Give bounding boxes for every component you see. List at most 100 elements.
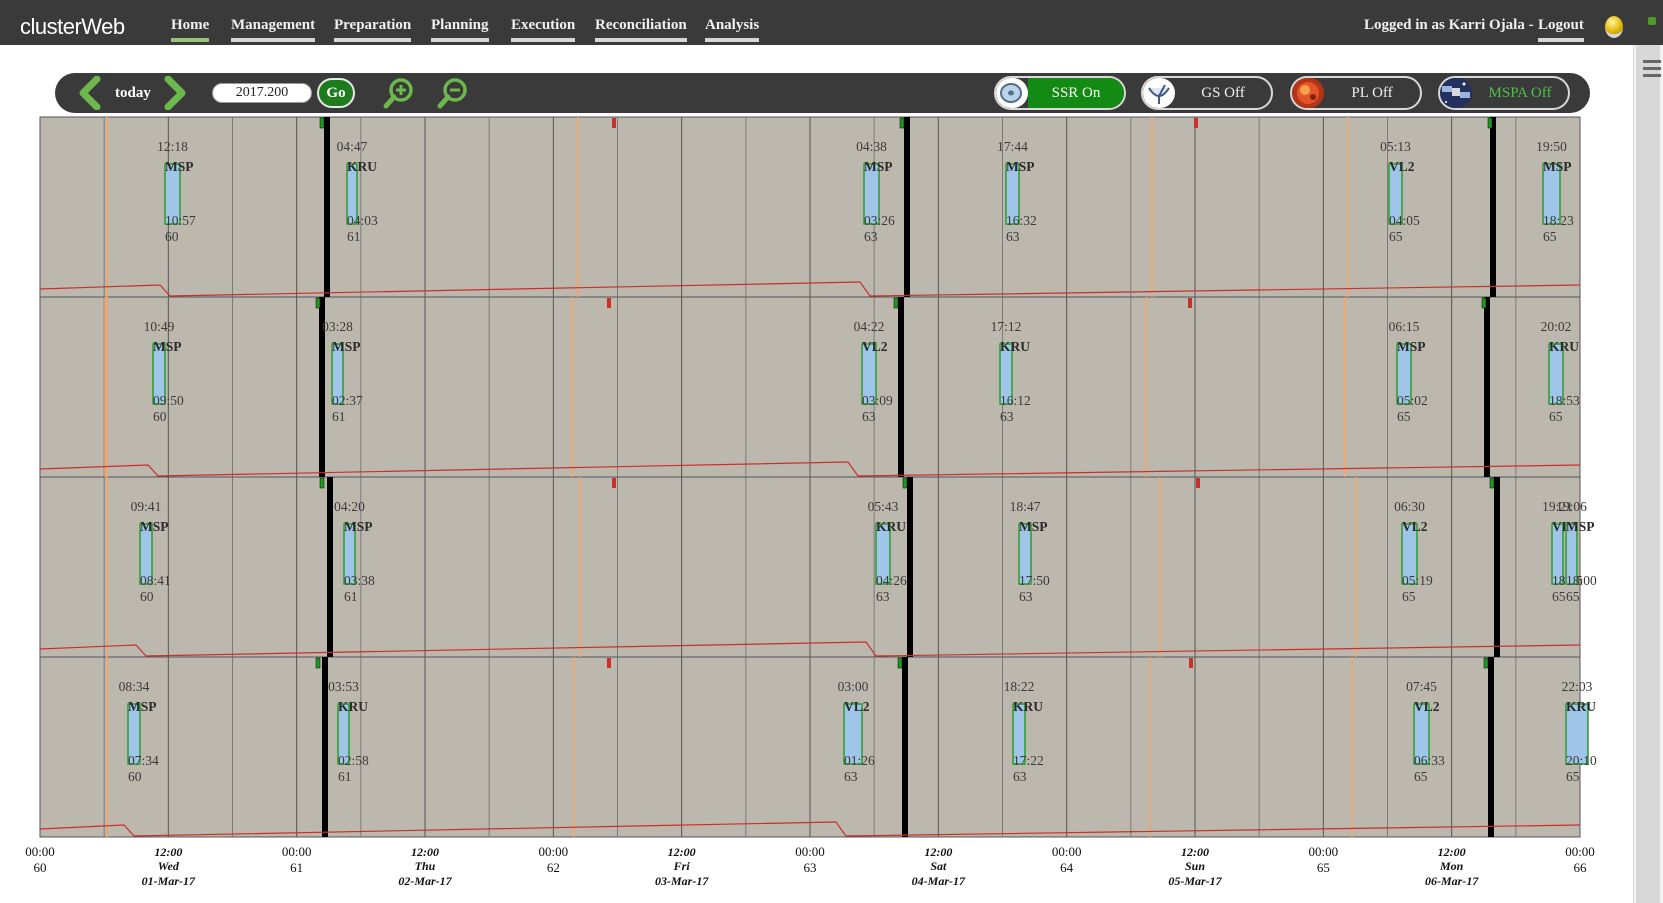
pass-station: VL2 bbox=[844, 699, 870, 714]
pass-end: 05:02 bbox=[1397, 393, 1428, 408]
marker-red bbox=[1188, 298, 1192, 308]
axis-time-label: 12:00 bbox=[154, 845, 182, 859]
pass-station: KRU bbox=[1013, 699, 1043, 714]
pass-end: 05:19 bbox=[1402, 573, 1433, 588]
pass-orbit: 63 bbox=[1006, 229, 1020, 244]
axis-time-label: 00:00 bbox=[282, 844, 312, 859]
pass-start: 07:45 bbox=[1406, 679, 1437, 694]
pass-end: 18:53 bbox=[1549, 393, 1580, 408]
pass-station: KRU bbox=[1000, 339, 1030, 354]
axis-date-label: 01-Mar-17 bbox=[142, 874, 196, 888]
axis-date-label: 06-Mar-17 bbox=[1425, 874, 1479, 888]
pass-orbit: 61 bbox=[344, 589, 358, 604]
eclipse-bar bbox=[1484, 297, 1490, 477]
pass-orbit: 65 bbox=[1549, 409, 1563, 424]
marker-red bbox=[612, 478, 616, 488]
pass-end: 02:58 bbox=[338, 753, 369, 768]
pass-station: MSP bbox=[128, 699, 157, 714]
pass-timeline[interactable]: 12:18MSP10:576004:47KRU04:036104:38MSP03… bbox=[0, 0, 1633, 903]
pass-end: 04:03 bbox=[347, 213, 378, 228]
axis-orbit-label: 63 bbox=[804, 860, 817, 875]
pass-station: KRU bbox=[338, 699, 368, 714]
pass-station: KRU bbox=[876, 519, 906, 534]
axis-time-label: 00:00 bbox=[25, 844, 55, 859]
axis-orbit-label: 62 bbox=[547, 860, 560, 875]
pass-end: 09:50 bbox=[153, 393, 184, 408]
scrollbar-thumb[interactable] bbox=[1636, 45, 1660, 903]
marker-green bbox=[319, 477, 325, 489]
pass-end: 16:12 bbox=[1000, 393, 1031, 408]
marker-red bbox=[1189, 658, 1193, 668]
marker-green bbox=[1487, 117, 1493, 129]
axis-date-label: 04-Mar-17 bbox=[912, 874, 966, 888]
marker-green bbox=[899, 117, 905, 129]
pass-orbit: 65 bbox=[1543, 229, 1557, 244]
pass-orbit: 60 bbox=[153, 409, 167, 424]
axis-orbit-label: 66 bbox=[1574, 860, 1588, 875]
hamburger-menu-icon[interactable] bbox=[1643, 60, 1661, 81]
pass-start: 06:30 bbox=[1394, 499, 1425, 514]
pass-orbit: 65 bbox=[1552, 589, 1566, 604]
pass-orbit: 65 bbox=[1389, 229, 1403, 244]
pass-orbit: 63 bbox=[1013, 769, 1027, 784]
pass-start: 08:34 bbox=[119, 679, 150, 694]
pass-orbit: 65 bbox=[1414, 769, 1428, 784]
pass-orbit: 61 bbox=[338, 769, 352, 784]
pass-station: VL2 bbox=[1414, 699, 1440, 714]
axis-time-label: 12:00 bbox=[411, 845, 439, 859]
pass-end: 18:00 bbox=[1566, 573, 1597, 588]
pass-orbit: 65 bbox=[1397, 409, 1411, 424]
pass-end: 02:37 bbox=[332, 393, 363, 408]
axis-orbit-label: 65 bbox=[1317, 860, 1330, 875]
pass-start: 04:47 bbox=[337, 139, 368, 154]
marker-green bbox=[893, 297, 899, 309]
pass-station: VL2 bbox=[862, 339, 888, 354]
pass-start: 05:43 bbox=[868, 499, 899, 514]
pass-station: KRU bbox=[347, 159, 377, 174]
pass-end: 06:33 bbox=[1414, 753, 1445, 768]
pass-orbit: 63 bbox=[876, 589, 890, 604]
axis-date-label: 03-Mar-17 bbox=[655, 874, 709, 888]
pass-orbit: 60 bbox=[140, 589, 154, 604]
axis-time-label: 00:00 bbox=[795, 844, 825, 859]
pass-orbit: 63 bbox=[1000, 409, 1014, 424]
pass-start: 04:22 bbox=[854, 319, 885, 334]
pass-end: 10:57 bbox=[165, 213, 196, 228]
pass-end: 17:50 bbox=[1019, 573, 1050, 588]
pass-end: 01:26 bbox=[844, 753, 875, 768]
pass-station: MSP bbox=[1543, 159, 1572, 174]
marker-green bbox=[1481, 297, 1487, 309]
axis-orbit-label: 60 bbox=[34, 860, 47, 875]
axis-orbit-label: 64 bbox=[1060, 860, 1074, 875]
pass-start: 18:22 bbox=[1004, 679, 1035, 694]
settings-icon[interactable] bbox=[1648, 17, 1656, 25]
pass-start: 03:28 bbox=[322, 319, 353, 334]
pass-station: MSP bbox=[344, 519, 373, 534]
pass-end: 03:26 bbox=[864, 213, 895, 228]
axis-time-label: 00:00 bbox=[539, 844, 569, 859]
axis-day-label: Fri bbox=[673, 859, 691, 873]
axis-day-label: Thu bbox=[415, 859, 436, 873]
eclipse-bar bbox=[327, 477, 333, 657]
pass-start: 18:47 bbox=[1010, 499, 1041, 514]
marker-green bbox=[315, 657, 321, 669]
pass-start: 17:12 bbox=[991, 319, 1022, 334]
pass-orbit: 63 bbox=[844, 769, 858, 784]
eclipse-bar bbox=[904, 117, 910, 297]
marker-green bbox=[1483, 657, 1489, 669]
axis-day-label: Mon bbox=[1439, 859, 1464, 873]
pass-start: 19:50 bbox=[1536, 139, 1567, 154]
pass-end: 08:41 bbox=[140, 573, 171, 588]
eclipse-bar bbox=[898, 297, 904, 477]
pass-orbit: 63 bbox=[1019, 589, 1033, 604]
marker-green bbox=[315, 297, 321, 309]
pass-orbit: 60 bbox=[128, 769, 142, 784]
axis-time-label: 12:00 bbox=[924, 845, 952, 859]
marker-red bbox=[612, 118, 616, 128]
pass-end: 17:22 bbox=[1013, 753, 1044, 768]
pass-station: MSP bbox=[332, 339, 361, 354]
pass-orbit: 65 bbox=[1402, 589, 1416, 604]
pass-end: 07:34 bbox=[128, 753, 159, 768]
marker-red bbox=[1194, 118, 1198, 128]
pass-orbit: 63 bbox=[864, 229, 878, 244]
